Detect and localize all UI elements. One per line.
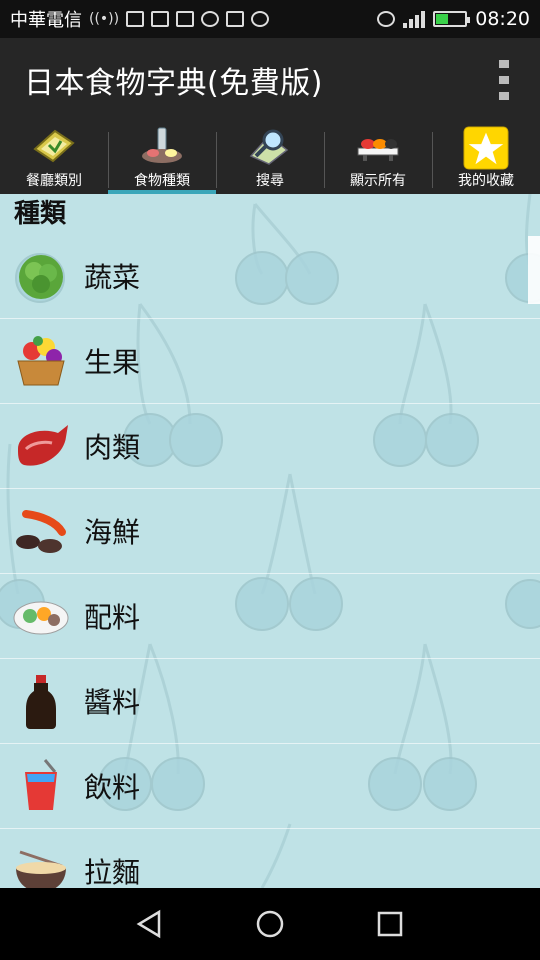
- fruit-basket-icon: [12, 332, 70, 390]
- list-item[interactable]: 蔬菜: [0, 234, 540, 319]
- system-nav-bar: [0, 888, 540, 960]
- keyboard-icon: [176, 11, 195, 27]
- line-icon: [201, 11, 220, 27]
- list-item-label: 生果: [84, 346, 141, 379]
- home-button[interactable]: [240, 894, 300, 954]
- battery-icon: [433, 11, 471, 27]
- soy-sauce-icon: [12, 672, 70, 730]
- tab-label: 我的收藏: [458, 173, 514, 189]
- app-bar: 日本食物字典(免費版): [0, 38, 540, 122]
- tab-favorites[interactable]: 我的收藏: [432, 122, 540, 194]
- alarm-icon: [377, 11, 396, 27]
- tab-food-types[interactable]: 食物種類: [108, 122, 216, 194]
- vegetable-icon: [12, 247, 70, 305]
- tab-label: 顯示所有: [350, 173, 406, 189]
- hotspot-icon: ((•)): [89, 11, 120, 27]
- keyboard-icon: [226, 11, 245, 27]
- sushi-icon: [355, 126, 401, 166]
- home-icon: [256, 910, 284, 938]
- signal-icon: [403, 10, 426, 28]
- tab-bar: 餐廳類別 食物種類 搜尋 顯示所有 我的收藏: [0, 122, 540, 194]
- list-item-label: 拉麵: [84, 856, 141, 888]
- facebook-icon: [126, 11, 145, 27]
- tab-restaurant-category[interactable]: 餐廳類別: [0, 122, 108, 194]
- list-item-label: 配料: [84, 601, 141, 634]
- list-item[interactable]: 拉麵: [0, 829, 540, 888]
- list-item-label: 肉類: [84, 431, 141, 464]
- list-item-label: 飲料: [84, 771, 141, 804]
- tab-label: 餐廳類別: [26, 173, 82, 189]
- list-item[interactable]: 肉類: [0, 404, 540, 489]
- tab-search[interactable]: 搜尋: [216, 122, 324, 194]
- back-button[interactable]: [120, 894, 180, 954]
- list-item[interactable]: 飲料: [0, 744, 540, 829]
- list-item[interactable]: 生果: [0, 319, 540, 404]
- list-item[interactable]: 海鮮: [0, 489, 540, 574]
- meat-icon: [12, 417, 70, 475]
- recents-icon: [377, 911, 403, 937]
- clock: 08:20: [475, 8, 530, 30]
- list-item[interactable]: 醬料: [0, 659, 540, 744]
- list-item-label: 蔬菜: [84, 261, 141, 294]
- tab-label: 食物種類: [134, 173, 190, 189]
- app-title: 日本食物字典(免費版): [24, 66, 323, 101]
- messenger-icon: [251, 11, 270, 27]
- search-icon: [247, 126, 293, 166]
- category-list-screen: 種類 蔬菜 生果 肉類 海鮮 配料 醬料 飲料 拉麵: [0, 194, 540, 888]
- list-item-label: 海鮮: [84, 516, 141, 549]
- section-title: 種類: [14, 199, 67, 229]
- seafood-icon: [12, 502, 70, 560]
- recents-button[interactable]: [360, 894, 420, 954]
- overflow-menu-icon[interactable]: [494, 60, 514, 100]
- tab-label: 搜尋: [256, 173, 284, 189]
- food-types-icon: [139, 126, 185, 166]
- status-bar: 中華電信 ((•)) 08:20: [0, 0, 540, 38]
- restaurant-icon: [31, 126, 77, 166]
- list-item[interactable]: 配料: [0, 574, 540, 659]
- ingredients-icon: [12, 587, 70, 645]
- ramen-icon: [12, 842, 70, 888]
- drink-icon: [12, 757, 70, 815]
- star-icon: [463, 126, 509, 170]
- category-list: 蔬菜 生果 肉類 海鮮 配料 醬料 飲料 拉麵: [0, 234, 540, 888]
- back-icon: [136, 909, 161, 939]
- tab-show-all[interactable]: 顯示所有: [324, 122, 432, 194]
- list-item-label: 醬料: [84, 686, 141, 719]
- carrier-name: 中華電信: [10, 10, 82, 31]
- image-icon: [151, 11, 170, 27]
